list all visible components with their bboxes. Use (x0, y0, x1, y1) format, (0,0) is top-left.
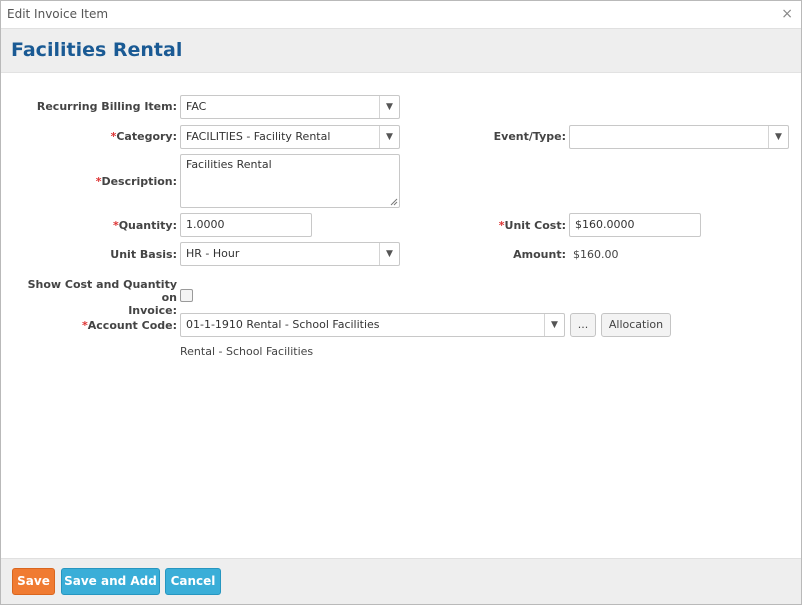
allocation-button[interactable]: Allocation (601, 313, 671, 337)
recurring-billing-item-label: Recurring Billing Item: (36, 100, 177, 113)
save-and-add-button[interactable]: Save and Add (61, 568, 160, 595)
save-button[interactable]: Save (12, 568, 55, 595)
page-title: Facilities Rental (11, 39, 183, 61)
unit-basis-select[interactable]: HR - Hour ▼ (180, 242, 400, 266)
unit-basis-value: HR - Hour (186, 247, 240, 260)
account-code-lookup-button[interactable]: ... (570, 313, 596, 337)
recurring-billing-item-select[interactable]: FAC ▼ (180, 95, 400, 119)
edit-invoice-item-dialog: Edit Invoice Item × Facilities Rental Re… (0, 0, 802, 605)
account-code-select[interactable]: 01-1-1910 Rental - School Facilities ▼ (180, 313, 565, 337)
dialog-footer: Save Save and Add Cancel (1, 558, 801, 604)
quantity-input[interactable]: 1.0000 (180, 213, 312, 237)
chevron-down-icon[interactable]: ▼ (379, 243, 399, 265)
category-label: *Category: (110, 130, 177, 143)
quantity-value: 1.0000 (186, 218, 225, 231)
category-select[interactable]: FACILITIES - Facility Rental ▼ (180, 125, 400, 149)
show-cost-quantity-label: Show Cost and Quantity on Invoice: (27, 278, 177, 317)
chevron-down-icon[interactable]: ▼ (544, 314, 564, 336)
description-value: Facilities Rental (186, 158, 272, 171)
category-value: FACILITIES - Facility Rental (186, 130, 331, 143)
dialog-title: Edit Invoice Item (7, 7, 109, 21)
cancel-button[interactable]: Cancel (165, 568, 221, 595)
show-cost-quantity-checkbox[interactable] (180, 289, 193, 302)
description-label: *Description: (95, 175, 177, 188)
chevron-down-icon[interactable]: ▼ (379, 96, 399, 118)
amount-value: $160.00 (573, 248, 619, 261)
quantity-label: *Quantity: (112, 219, 177, 232)
account-code-value: 01-1-1910 Rental - School Facilities (186, 318, 380, 331)
chevron-down-icon[interactable]: ▼ (379, 126, 399, 148)
unit-cost-input[interactable]: $160.0000 (569, 213, 701, 237)
page-header: Facilities Rental (1, 29, 801, 73)
recurring-billing-item-value: FAC (186, 100, 207, 113)
dialog-titlebar: Edit Invoice Item × (1, 1, 801, 29)
account-code-label: *Account Code: (82, 319, 177, 332)
description-textarea[interactable]: Facilities Rental (180, 154, 400, 208)
chevron-down-icon[interactable]: ▼ (768, 126, 788, 148)
event-type-label: Event/Type: (493, 130, 566, 143)
unit-basis-label: Unit Basis: (110, 248, 177, 261)
close-icon[interactable]: × (781, 6, 793, 22)
event-type-select[interactable]: ▼ (569, 125, 789, 149)
amount-label: Amount: (513, 248, 566, 261)
resize-grip-icon[interactable] (390, 198, 398, 206)
unit-cost-value: $160.0000 (575, 218, 635, 231)
unit-cost-label: *Unit Cost: (498, 219, 566, 232)
account-code-description: Rental - School Facilities (180, 345, 314, 358)
